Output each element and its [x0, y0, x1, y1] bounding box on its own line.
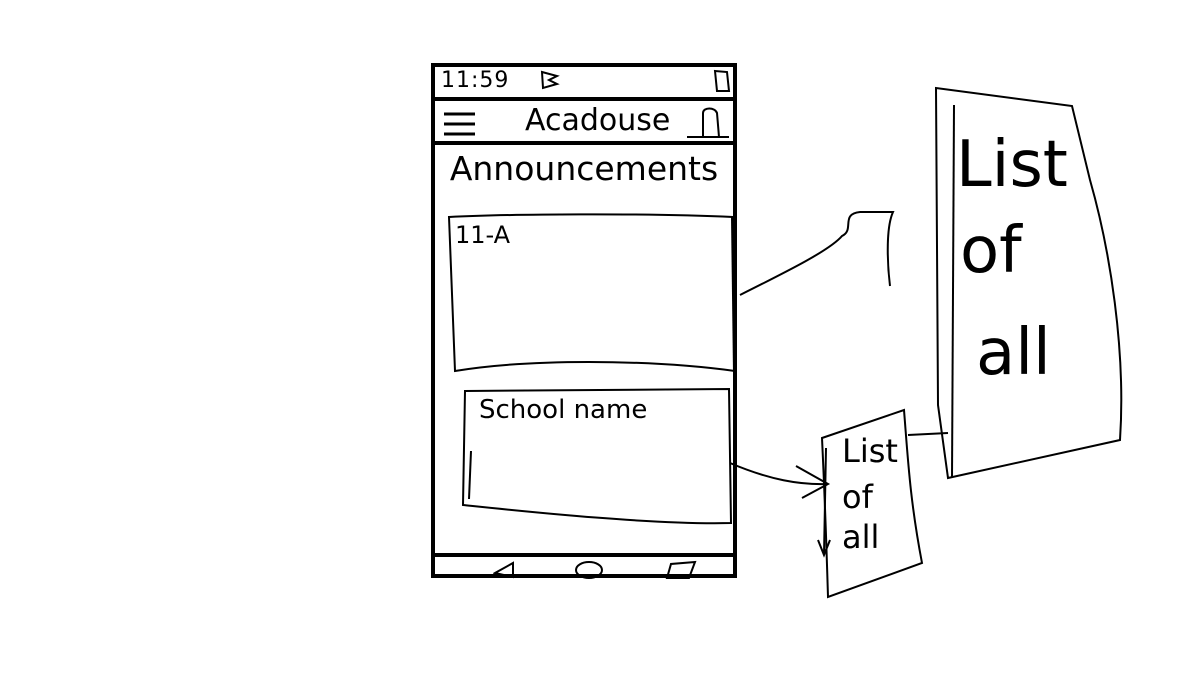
- connector-card2-to-small-list: [729, 462, 831, 499]
- connector-card1-to-big-list: [739, 211, 895, 296]
- app-b-icon: [540, 70, 560, 90]
- announcement-card-label: 11-A: [455, 221, 511, 249]
- recents-square-icon[interactable]: [663, 560, 699, 580]
- small-list-text-line1: List: [842, 432, 898, 470]
- school-card-label: School name: [479, 395, 648, 425]
- small-list-text-line3: all: [842, 518, 880, 556]
- big-list-text-line3: all: [976, 316, 1051, 390]
- nav-bar: [435, 553, 733, 582]
- hamburger-menu-icon[interactable]: [443, 111, 477, 137]
- home-circle-icon[interactable]: [573, 560, 605, 580]
- battery-icon: [713, 69, 731, 92]
- status-bar: 11:59: [435, 67, 733, 101]
- big-list-text-line2: of: [960, 214, 1022, 288]
- app-bar: Acadouse: [435, 101, 733, 145]
- page-title: Announcements: [449, 149, 719, 188]
- app-title: Acadouse: [525, 103, 671, 138]
- profile-icon[interactable]: [685, 105, 731, 141]
- phone-frame: 11:59 Acadouse Announcements 11-A School…: [431, 63, 737, 579]
- small-list-text-line2: of: [842, 478, 873, 516]
- status-time: 11:59: [441, 68, 510, 93]
- big-list-text-line1: List: [956, 128, 1068, 202]
- back-triangle-icon[interactable]: [493, 561, 517, 579]
